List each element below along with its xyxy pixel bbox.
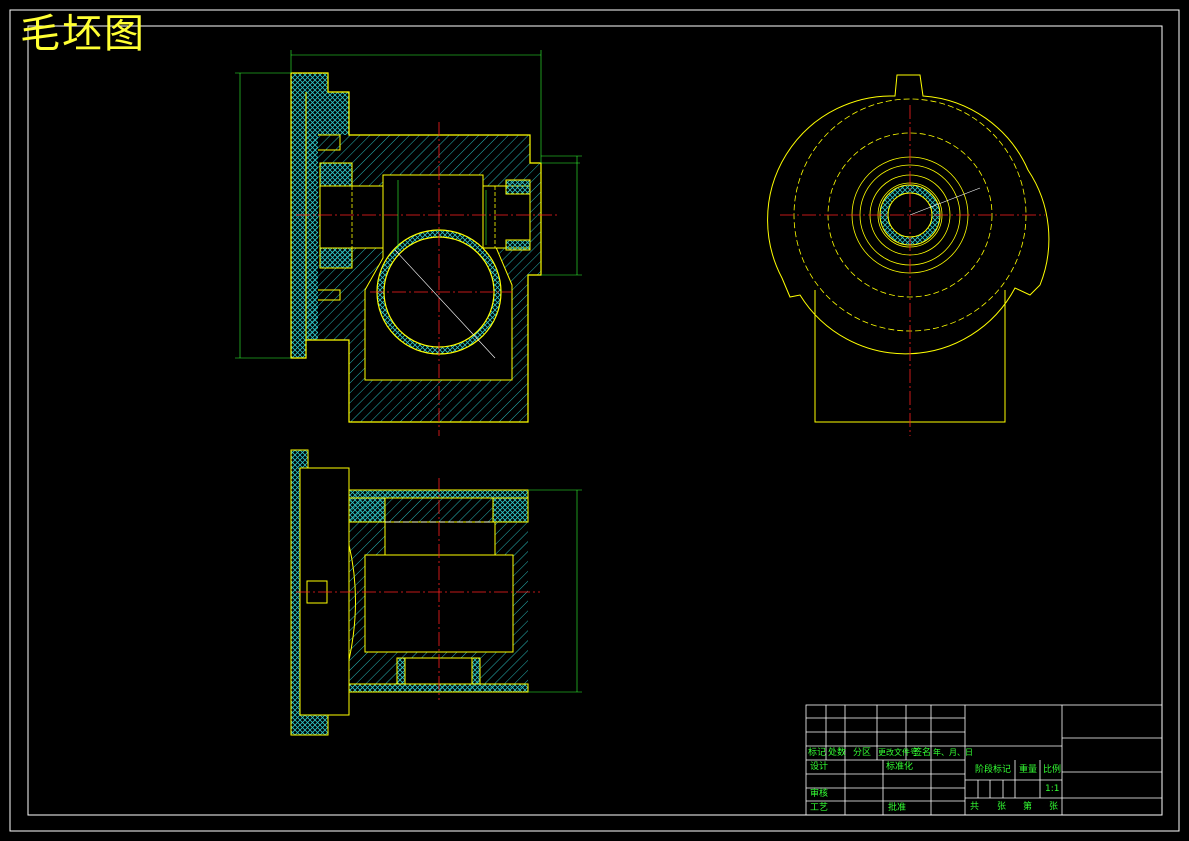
tb-label-process: 工艺 [810,803,829,813]
tb-label-design: 设计 [810,762,829,772]
tb-label-approve: 批准 [888,803,907,813]
tb-sheet-of: 第 [1023,802,1033,812]
tb-sheet-unit2: 张 [1049,802,1059,812]
front-left-bore [319,185,384,249]
drawing-canvas [9,9,1180,832]
front-left-insert-bot [319,247,353,269]
front-right-insert-bot [505,239,531,251]
tb-label-signature: 签名 [913,748,932,758]
title-block [805,704,1163,816]
tb-sheet-unit1: 张 [997,802,1007,812]
front-left-insert-top [319,162,353,187]
tb-scale-value: 1:1 [1045,784,1060,794]
tb-sheet-total: 共 [970,802,980,812]
tb-label-weight: 重量 [1019,765,1038,775]
tb-label-scale: 比例 [1043,765,1062,775]
tb-label-standardize: 标准化 [886,762,914,772]
top-section-view [290,449,582,736]
inner-border [27,25,1163,816]
front-section-view [235,50,582,436]
tb-label-count: 处数 [828,748,847,758]
tb-label-review: 审核 [810,789,829,799]
tb-label-stage-mark: 阶段标记 [975,765,1012,775]
front-right-bore [482,185,531,249]
front-right-insert-top [505,179,531,195]
tb-label-zone: 分区 [853,748,872,758]
tb-label-date: 年、月、日 [933,748,973,757]
side-view [767,74,1050,436]
tb-label-change-doc: 更改文件号 [878,748,918,757]
drawing-title: 毛坯图 [20,11,146,57]
tb-label-mark: 标记 [808,748,827,758]
